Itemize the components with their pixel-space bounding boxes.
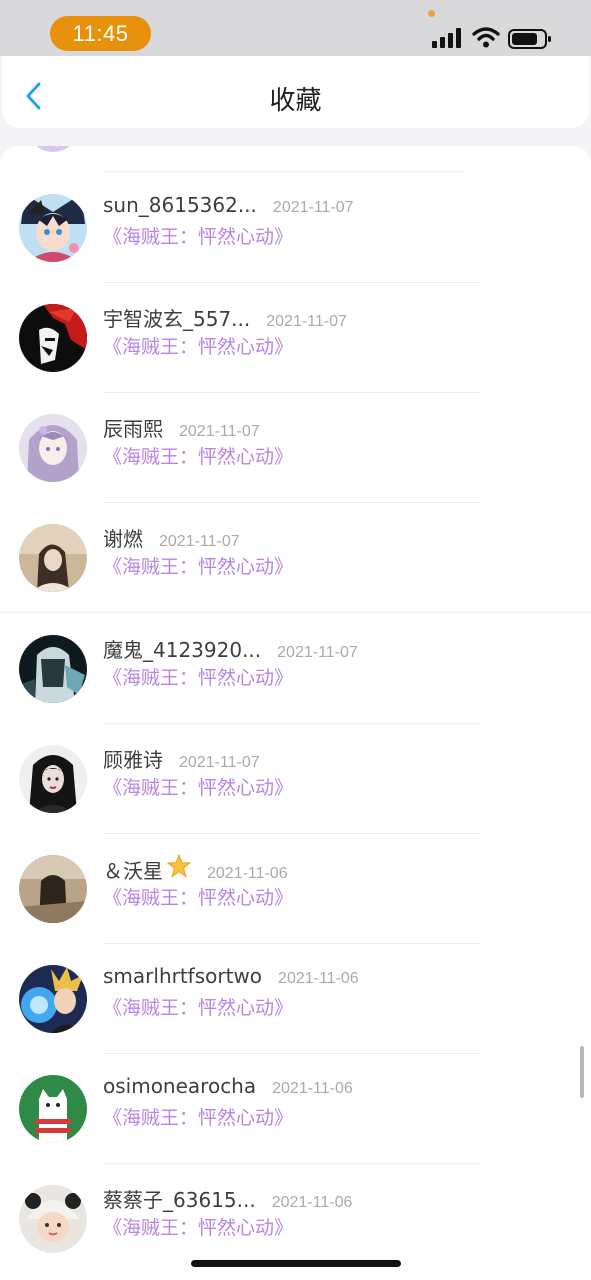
- user-name: 宇智波玄_557...: [103, 307, 251, 331]
- favorites-list[interactable]: sun_8615362... 2021-11-07 《海贼王：怦然心动》 宇智波…: [0, 146, 591, 1280]
- book-title-link[interactable]: 《海贼王：怦然心动》: [103, 883, 293, 910]
- home-indicator[interactable]: [191, 1260, 401, 1267]
- book-title-link[interactable]: 《海贼王：怦然心动》: [103, 1213, 293, 1240]
- list-item[interactable]: 辰雨熙 2021-11-07 《海贼王：怦然心动》: [0, 392, 591, 502]
- book-title-link[interactable]: 《海贼王：怦然心动》: [103, 773, 293, 800]
- list-item[interactable]: 魔鬼_4123920... 2021-11-07 《海贼王：怦然心动》: [0, 613, 591, 723]
- avatar: [19, 524, 87, 592]
- list-item[interactable]: smarlhrtfsortwo 2021-11-06 《海贼王：怦然心动》: [0, 943, 591, 1053]
- list-item[interactable]: 宇智波玄_557... 2021-11-07 《海贼王：怦然心动》: [0, 282, 591, 392]
- favorite-date: 2021-11-07: [266, 313, 347, 330]
- wifi-icon: [472, 27, 500, 48]
- avatar: [19, 635, 87, 703]
- page-title: 收藏: [269, 86, 322, 116]
- avatar: [19, 414, 87, 482]
- navigation-bar: 收藏: [2, 56, 589, 128]
- user-name: smarlhrtfsortwo: [103, 964, 263, 988]
- avatar: [19, 194, 87, 262]
- book-title-link[interactable]: 《海贼王：怦然心动》: [103, 1103, 293, 1130]
- book-title-link[interactable]: 《海贼王：怦然心动》: [103, 332, 293, 359]
- favorite-date: 2021-11-07: [179, 754, 260, 771]
- favorite-date: 2021-11-07: [277, 644, 358, 661]
- privacy-indicator-dot: [428, 10, 435, 17]
- favorite-date: 2021-11-06: [207, 865, 288, 882]
- avatar: [33, 146, 73, 152]
- book-title-link[interactable]: 《海贼王：怦然心动》: [103, 552, 293, 579]
- list-item[interactable]: 谢燃 2021-11-07 《海贼王：怦然心动》: [0, 502, 591, 612]
- user-name: 顾雅诗: [103, 748, 163, 772]
- status-time: 11:45: [50, 16, 151, 51]
- avatar: [19, 745, 87, 813]
- favorite-date: 2021-11-06: [278, 970, 359, 987]
- book-title-link[interactable]: 《海贼王：怦然心动》: [103, 663, 293, 690]
- scrollbar[interactable]: [580, 1046, 584, 1098]
- book-title-link[interactable]: 《海贼王：怦然心动》: [103, 222, 293, 249]
- avatar: [19, 855, 87, 923]
- user-name: ＆沃星: [103, 859, 163, 883]
- favorite-date: 2021-11-06: [271, 1194, 353, 1211]
- favorite-date: 2021-11-06: [272, 1080, 353, 1097]
- user-name: 谢燃: [103, 527, 143, 551]
- status-bar: 11:45: [0, 0, 591, 56]
- avatar: [19, 965, 87, 1033]
- star-icon: [167, 854, 191, 878]
- favorite-date: 2021-11-07: [272, 199, 354, 216]
- list-item[interactable]: sun_8615362... 2021-11-07 《海贼王：怦然心动》: [0, 172, 591, 282]
- cellular-signal-icon: [432, 28, 461, 48]
- user-name: osimonearocha: [103, 1074, 257, 1098]
- favorite-date: 2021-11-07: [159, 533, 240, 550]
- list-item[interactable]: 蔡蔡子_63615... 2021-11-06 《海贼王：怦然心动》: [0, 1163, 591, 1273]
- book-title-link[interactable]: 《海贼王：怦然心动》: [103, 993, 293, 1020]
- avatar: [19, 1185, 87, 1253]
- battery-icon: [508, 29, 551, 49]
- list-item[interactable]: 顾雅诗 2021-11-07 《海贼王：怦然心动》: [0, 723, 591, 833]
- book-title-link[interactable]: 《海贼王：怦然心动》: [103, 442, 293, 469]
- list-item[interactable]: ＆沃星 2021-11-06 《海贼王：怦然心动》: [0, 833, 591, 943]
- list-item[interactable]: osimonearocha 2021-11-06 《海贼王：怦然心动》: [0, 1053, 591, 1163]
- favorite-date: 2021-11-07: [179, 423, 260, 440]
- user-name: 蔡蔡子_63615...: [103, 1188, 256, 1212]
- avatar: [19, 304, 87, 372]
- avatar: [19, 1075, 87, 1143]
- user-name: 魔鬼_4123920...: [103, 638, 262, 662]
- user-name: sun_8615362...: [103, 193, 257, 217]
- user-name: 辰雨熙: [103, 417, 163, 441]
